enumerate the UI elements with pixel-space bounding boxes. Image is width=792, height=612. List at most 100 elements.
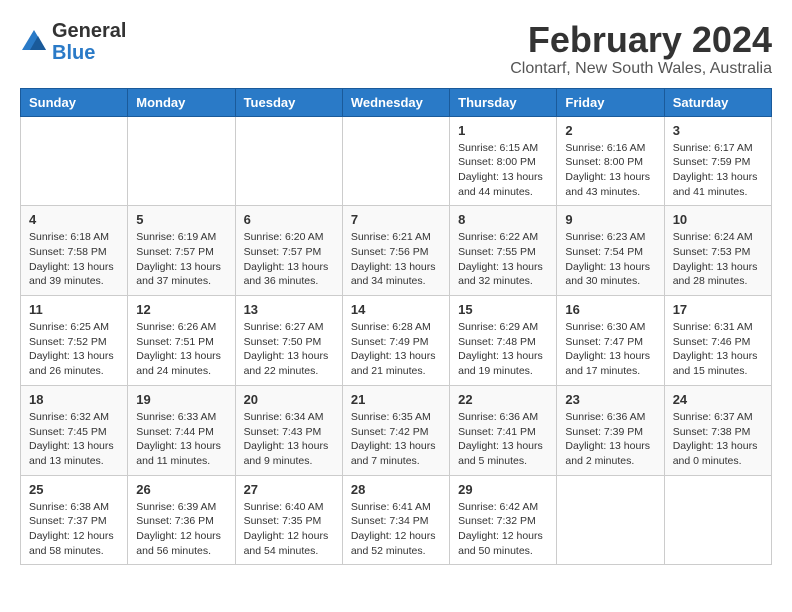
day-info: Sunrise: 6:33 AM Sunset: 7:44 PM Dayligh… bbox=[136, 410, 226, 469]
page-header: General Blue February 2024 Clontarf, New… bbox=[20, 20, 772, 78]
day-info: Sunrise: 6:27 AM Sunset: 7:50 PM Dayligh… bbox=[244, 320, 334, 379]
day-number: 21 bbox=[351, 392, 441, 407]
calendar-week-1: 1 Sunrise: 6:15 AM Sunset: 8:00 PM Daylig… bbox=[21, 116, 772, 206]
day-info: Sunrise: 6:15 AM Sunset: 8:00 PM Dayligh… bbox=[458, 141, 548, 200]
day-number: 3 bbox=[673, 123, 763, 138]
calendar-cell bbox=[21, 116, 128, 206]
day-number: 22 bbox=[458, 392, 548, 407]
day-info: Sunrise: 6:18 AM Sunset: 7:58 PM Dayligh… bbox=[29, 230, 119, 289]
calendar-cell: 5 Sunrise: 6:19 AM Sunset: 7:57 PM Daylig… bbox=[128, 206, 235, 296]
day-number: 13 bbox=[244, 302, 334, 317]
day-info: Sunrise: 6:19 AM Sunset: 7:57 PM Dayligh… bbox=[136, 230, 226, 289]
day-info: Sunrise: 6:17 AM Sunset: 7:59 PM Dayligh… bbox=[673, 141, 763, 200]
subtitle: Clontarf, New South Wales, Australia bbox=[510, 60, 772, 78]
day-number: 1 bbox=[458, 123, 548, 138]
day-number: 5 bbox=[136, 212, 226, 227]
calendar-cell: 9 Sunrise: 6:23 AM Sunset: 7:54 PM Daylig… bbox=[557, 206, 664, 296]
day-info: Sunrise: 6:26 AM Sunset: 7:51 PM Dayligh… bbox=[136, 320, 226, 379]
day-number: 12 bbox=[136, 302, 226, 317]
calendar-table: SundayMondayTuesdayWednesdayThursdayFrid… bbox=[20, 88, 772, 566]
day-info: Sunrise: 6:36 AM Sunset: 7:39 PM Dayligh… bbox=[565, 410, 655, 469]
calendar-cell: 2 Sunrise: 6:16 AM Sunset: 8:00 PM Daylig… bbox=[557, 116, 664, 206]
day-info: Sunrise: 6:23 AM Sunset: 7:54 PM Dayligh… bbox=[565, 230, 655, 289]
calendar-week-3: 11Sunrise: 6:25 AM Sunset: 7:52 PM Dayli… bbox=[21, 296, 772, 386]
day-number: 18 bbox=[29, 392, 119, 407]
day-number: 19 bbox=[136, 392, 226, 407]
calendar-cell: 28Sunrise: 6:41 AM Sunset: 7:34 PM Dayli… bbox=[342, 475, 449, 565]
day-header-saturday: Saturday bbox=[664, 88, 771, 116]
day-number: 16 bbox=[565, 302, 655, 317]
logo-general: General bbox=[52, 20, 126, 42]
title-section: February 2024 Clontarf, New South Wales,… bbox=[510, 20, 772, 78]
day-info: Sunrise: 6:25 AM Sunset: 7:52 PM Dayligh… bbox=[29, 320, 119, 379]
day-header-thursday: Thursday bbox=[450, 88, 557, 116]
day-info: Sunrise: 6:37 AM Sunset: 7:38 PM Dayligh… bbox=[673, 410, 763, 469]
day-info: Sunrise: 6:24 AM Sunset: 7:53 PM Dayligh… bbox=[673, 230, 763, 289]
calendar-cell: 25 Sunrise: 6:38 AM Sunset: 7:37 PM Dayli… bbox=[21, 475, 128, 565]
calendar-week-4: 18 Sunrise: 6:32 AM Sunset: 7:45 PM Dayli… bbox=[21, 385, 772, 475]
day-header-wednesday: Wednesday bbox=[342, 88, 449, 116]
day-number: 2 bbox=[565, 123, 655, 138]
calendar-cell: 22 Sunrise: 6:36 AM Sunset: 7:41 PM Dayli… bbox=[450, 385, 557, 475]
calendar-cell: 13 Sunrise: 6:27 AM Sunset: 7:50 PM Dayli… bbox=[235, 296, 342, 386]
calendar-cell: 29Sunrise: 6:42 AM Sunset: 7:32 PM Dayli… bbox=[450, 475, 557, 565]
day-info: Sunrise: 6:29 AM Sunset: 7:48 PM Dayligh… bbox=[458, 320, 548, 379]
calendar-cell: 3 Sunrise: 6:17 AM Sunset: 7:59 PM Daylig… bbox=[664, 116, 771, 206]
calendar-cell: 24 Sunrise: 6:37 AM Sunset: 7:38 PM Dayli… bbox=[664, 385, 771, 475]
day-number: 26 bbox=[136, 482, 226, 497]
day-header-tuesday: Tuesday bbox=[235, 88, 342, 116]
calendar-cell: 1 Sunrise: 6:15 AM Sunset: 8:00 PM Daylig… bbox=[450, 116, 557, 206]
logo: General Blue bbox=[20, 20, 126, 64]
day-number: 8 bbox=[458, 212, 548, 227]
calendar-cell: 15 Sunrise: 6:29 AM Sunset: 7:48 PM Dayli… bbox=[450, 296, 557, 386]
day-number: 4 bbox=[29, 212, 119, 227]
calendar-cell: 11Sunrise: 6:25 AM Sunset: 7:52 PM Dayli… bbox=[21, 296, 128, 386]
day-info: Sunrise: 6:36 AM Sunset: 7:41 PM Dayligh… bbox=[458, 410, 548, 469]
day-number: 27 bbox=[244, 482, 334, 497]
day-number: 25 bbox=[29, 482, 119, 497]
day-number: 15 bbox=[458, 302, 548, 317]
day-header-friday: Friday bbox=[557, 88, 664, 116]
calendar-week-5: 25 Sunrise: 6:38 AM Sunset: 7:37 PM Dayli… bbox=[21, 475, 772, 565]
logo-blue: Blue bbox=[52, 42, 95, 64]
calendar-cell: 14Sunrise: 6:28 AM Sunset: 7:49 PM Dayli… bbox=[342, 296, 449, 386]
day-header-monday: Monday bbox=[128, 88, 235, 116]
calendar-cell bbox=[664, 475, 771, 565]
calendar-cell: 8Sunrise: 6:22 AM Sunset: 7:55 PM Daylig… bbox=[450, 206, 557, 296]
header-row: SundayMondayTuesdayWednesdayThursdayFrid… bbox=[21, 88, 772, 116]
day-info: Sunrise: 6:32 AM Sunset: 7:45 PM Dayligh… bbox=[29, 410, 119, 469]
calendar-cell: 16Sunrise: 6:30 AM Sunset: 7:47 PM Dayli… bbox=[557, 296, 664, 386]
day-number: 14 bbox=[351, 302, 441, 317]
day-info: Sunrise: 6:41 AM Sunset: 7:34 PM Dayligh… bbox=[351, 500, 441, 559]
calendar-cell: 23 Sunrise: 6:36 AM Sunset: 7:39 PM Dayli… bbox=[557, 385, 664, 475]
day-info: Sunrise: 6:16 AM Sunset: 8:00 PM Dayligh… bbox=[565, 141, 655, 200]
day-number: 29 bbox=[458, 482, 548, 497]
calendar-cell: 4 Sunrise: 6:18 AM Sunset: 7:58 PM Daylig… bbox=[21, 206, 128, 296]
calendar-cell: 26 Sunrise: 6:39 AM Sunset: 7:36 PM Dayli… bbox=[128, 475, 235, 565]
day-number: 10 bbox=[673, 212, 763, 227]
calendar-cell: 21Sunrise: 6:35 AM Sunset: 7:42 PM Dayli… bbox=[342, 385, 449, 475]
calendar-cell: 10 Sunrise: 6:24 AM Sunset: 7:53 PM Dayli… bbox=[664, 206, 771, 296]
day-info: Sunrise: 6:31 AM Sunset: 7:46 PM Dayligh… bbox=[673, 320, 763, 379]
day-number: 9 bbox=[565, 212, 655, 227]
day-info: Sunrise: 6:39 AM Sunset: 7:36 PM Dayligh… bbox=[136, 500, 226, 559]
logo-text: General Blue bbox=[52, 20, 126, 64]
calendar-cell bbox=[557, 475, 664, 565]
calendar-cell: 6Sunrise: 6:20 AM Sunset: 7:57 PM Daylig… bbox=[235, 206, 342, 296]
calendar-cell: 17Sunrise: 6:31 AM Sunset: 7:46 PM Dayli… bbox=[664, 296, 771, 386]
day-number: 6 bbox=[244, 212, 334, 227]
calendar-cell bbox=[235, 116, 342, 206]
day-number: 23 bbox=[565, 392, 655, 407]
day-number: 24 bbox=[673, 392, 763, 407]
calendar-cell: 19 Sunrise: 6:33 AM Sunset: 7:44 PM Dayli… bbox=[128, 385, 235, 475]
calendar-cell: 27 Sunrise: 6:40 AM Sunset: 7:35 PM Dayli… bbox=[235, 475, 342, 565]
day-info: Sunrise: 6:38 AM Sunset: 7:37 PM Dayligh… bbox=[29, 500, 119, 559]
calendar-cell bbox=[342, 116, 449, 206]
day-info: Sunrise: 6:40 AM Sunset: 7:35 PM Dayligh… bbox=[244, 500, 334, 559]
calendar-cell: 18 Sunrise: 6:32 AM Sunset: 7:45 PM Dayli… bbox=[21, 385, 128, 475]
day-info: Sunrise: 6:34 AM Sunset: 7:43 PM Dayligh… bbox=[244, 410, 334, 469]
calendar-cell: 7Sunrise: 6:21 AM Sunset: 7:56 PM Daylig… bbox=[342, 206, 449, 296]
day-header-sunday: Sunday bbox=[21, 88, 128, 116]
day-info: Sunrise: 6:21 AM Sunset: 7:56 PM Dayligh… bbox=[351, 230, 441, 289]
main-title: February 2024 bbox=[510, 20, 772, 60]
